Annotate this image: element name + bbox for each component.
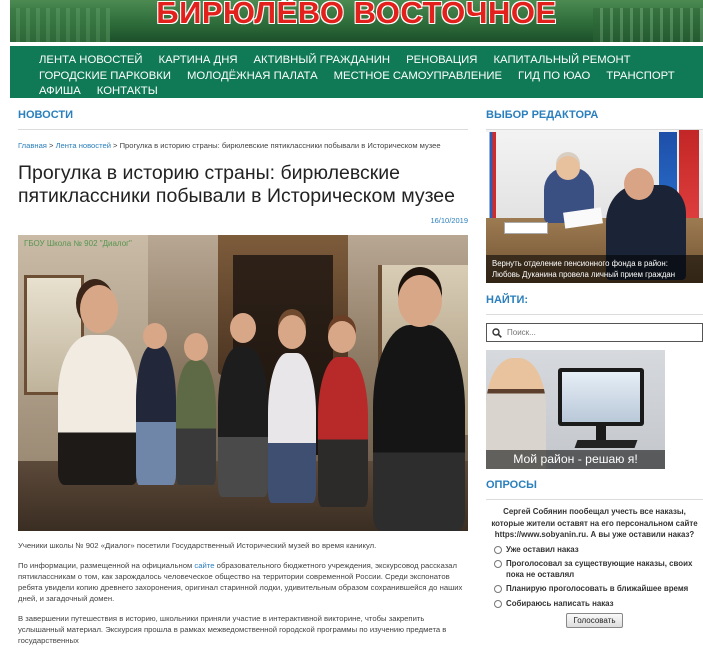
photo-student-figure [176, 360, 216, 485]
article-date: 16/10/2019 [430, 216, 468, 225]
paragraph-text: По информации, размещенной на официально… [18, 561, 195, 570]
banner-slogan: Мой район - решаю я! [486, 450, 665, 469]
nav-link-events[interactable]: Афиша [39, 85, 81, 99]
vote-button[interactable]: Голосовать [566, 613, 623, 628]
photo-student-head [184, 333, 208, 361]
polls-heading: ОПРОСЫ [486, 470, 703, 500]
nav-link-transport[interactable]: Транспорт [606, 70, 674, 84]
banner-monitor [558, 368, 644, 426]
radio-button[interactable] [494, 599, 502, 608]
poll-option[interactable]: Планирую проголосовать в ближайшее время [494, 584, 703, 595]
search-input[interactable] [507, 328, 687, 337]
article-photo: ГБОУ Школа № 902 "Диалог" [18, 235, 468, 531]
radio-button[interactable] [494, 585, 502, 593]
photo-student-head [328, 321, 356, 353]
photo-student-figure [373, 325, 465, 531]
search-icon [492, 327, 502, 338]
photo-student-head [278, 315, 306, 349]
poll-option-label: Проголосовал за существующие наказы, сво… [506, 559, 693, 579]
photo-student-head [230, 313, 256, 343]
poll-question: Сергей Собянин пообещал учесть все наказ… [491, 507, 698, 539]
editor-choice-card[interactable]: Вернуть отделение пенсионного фонда в ра… [486, 130, 703, 283]
article-paragraph: По информации, размещенной на официально… [18, 560, 468, 604]
banner-monitor-stand [596, 426, 606, 440]
poll-option[interactable]: Проголосовал за существующие наказы, сво… [494, 559, 703, 580]
nav-link-picture-of-day[interactable]: Картина дня [159, 54, 238, 68]
my-district-banner[interactable]: Мой район - решаю я! [486, 350, 665, 469]
poll-option[interactable]: Уже оставил наказ [494, 545, 703, 556]
poll-option-label: Планирую проголосовать в ближайшее время [506, 584, 689, 593]
site-title[interactable]: БИРЮЛЁВО ВОСТОЧНОЕ [10, 0, 703, 31]
nav-link-active-citizen[interactable]: Активный гражданин [254, 54, 391, 68]
nav-link-youth-chamber[interactable]: Молодёжная палата [187, 70, 318, 84]
nav-link-news-feed[interactable]: Лента новостей [39, 54, 143, 68]
photo-visitor-head [624, 168, 654, 200]
sidebar: ВЫБОР РЕДАКТОРА Вернуть отделение пенсио… [486, 100, 703, 628]
nav-link-capital-repair[interactable]: Капитальный ремонт [493, 54, 630, 68]
nav-link-contacts[interactable]: Контакты [97, 85, 158, 99]
poll-option-label: Собираюсь написать наказ [506, 598, 614, 608]
radio-button[interactable] [494, 560, 502, 568]
article-column: НОВОСТИ Главная > Лента новостей > Прогу… [18, 100, 468, 646]
photo-student-figure [268, 353, 316, 503]
photo-student-figure [318, 357, 368, 507]
nav-row-3: Афиша Контакты [39, 83, 691, 99]
photo-student-figure [218, 347, 268, 497]
russian-flag [486, 132, 496, 232]
photo-student-figure [136, 345, 176, 485]
editor-choice-caption[interactable]: Вернуть отделение пенсионного фонда в ра… [486, 255, 703, 283]
nav-row-2: Городские парковки Молодёжная палата Местн… [39, 68, 691, 84]
breadcrumb-separator: > [46, 141, 56, 150]
news-section-heading[interactable]: НОВОСТИ [18, 100, 468, 130]
nav-link-local-government[interactable]: Местное самоуправление [334, 70, 502, 84]
search-heading: НАЙТИ: [486, 285, 703, 315]
nav-row-1: Лента новостей Картина дня Активный гражда… [39, 52, 691, 68]
breadcrumb-feed-link[interactable]: Лента новостей [56, 141, 111, 150]
article-paragraph: В завершении путешествия в историю, школ… [18, 614, 447, 645]
breadcrumb-current: Прогулка в историю страны: бирюлевские п… [119, 141, 441, 150]
nav-link-renovation[interactable]: Реновация [406, 54, 477, 68]
radio-button[interactable] [494, 545, 502, 554]
breadcrumb: Главная > Лента новостей > Прогулка в ис… [18, 141, 468, 150]
editor-choice-heading: ВЫБОР РЕДАКТОРА [486, 100, 703, 130]
photo-student-head [143, 323, 167, 349]
photo-nameplate [504, 222, 548, 234]
banner-keyboard [574, 440, 638, 448]
banner-monitor-screen [562, 372, 640, 422]
photo-student-head [398, 275, 442, 327]
poll-option[interactable]: Собираюсь написать наказ [494, 599, 703, 610]
nav-link-parking[interactable]: Городские парковки [39, 70, 171, 84]
photo-official-head [556, 156, 580, 180]
poll-options: Уже оставил наказ Проголосовал за сущест… [486, 545, 703, 610]
article-title: Прогулка в историю страны: бирюлевские п… [18, 162, 455, 207]
photo-watermark: ГБОУ Школа № 902 "Диалог" [24, 239, 132, 248]
breadcrumb-home-link[interactable]: Главная [18, 141, 47, 150]
photo-guide-figure [58, 335, 138, 485]
main-navigation: Лента новостей Картина дня Активный гражда… [10, 46, 703, 98]
photo-guide-head [80, 285, 118, 333]
site-header-banner[interactable]: БИРЮЛЁВО ВОСТОЧНОЕ [10, 0, 703, 42]
photo-caption: Ученики школы № 902 «Диалог» посетили Го… [18, 541, 377, 550]
search-box[interactable] [486, 323, 703, 342]
poll-option-label: Уже оставил наказ [506, 544, 579, 554]
school-site-link[interactable]: сайте [194, 561, 214, 570]
nav-link-guide[interactable]: Гид по ЮАО [518, 70, 590, 84]
breadcrumb-separator: > [110, 141, 120, 150]
